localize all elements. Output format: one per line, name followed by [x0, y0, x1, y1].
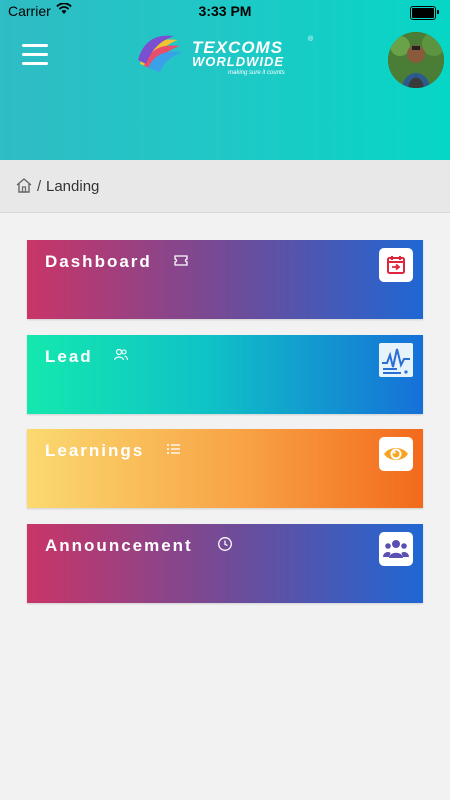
avatar-photo-icon — [388, 32, 444, 88]
breadcrumb: / Landing — [0, 160, 450, 213]
dashboard-card[interactable]: Dashboard — [27, 240, 423, 319]
learnings-card[interactable]: Learnings — [27, 429, 423, 508]
list-icon — [167, 444, 180, 454]
eye-icon — [384, 448, 408, 460]
chart-line-icon — [379, 343, 413, 377]
user-avatar[interactable] — [388, 32, 444, 88]
card-badge — [379, 532, 413, 566]
brand-tagline: making sure it counts — [228, 70, 285, 76]
users-icon — [113, 348, 129, 361]
card-title: Lead — [45, 347, 93, 366]
brand-logo: TEXCOMS ® WORLDWIDE making sure it count… — [136, 32, 316, 82]
home-icon[interactable] — [16, 177, 32, 193]
card-title: Dashboard — [45, 252, 152, 271]
battery-icon — [410, 6, 439, 20]
hamburger-menu-button[interactable] — [22, 44, 48, 66]
breadcrumb-separator: / — [37, 178, 42, 195]
lead-card[interactable]: Lead — [27, 335, 423, 414]
card-badge — [379, 437, 413, 471]
menu-line — [22, 44, 48, 47]
breadcrumb-current: Landing — [46, 178, 100, 195]
announcement-card[interactable]: Announcement — [27, 524, 423, 603]
menu-line — [22, 53, 48, 56]
brand-mark-icon — [138, 35, 182, 72]
app-header: TEXCOMS ® WORLDWIDE making sure it count… — [0, 0, 450, 160]
registered-mark: ® — [308, 36, 314, 43]
clock-icon — [218, 537, 232, 551]
brand-subname: WORLDWIDE — [192, 54, 285, 69]
card-title: Learnings — [45, 441, 145, 460]
calendar-arrow-icon — [387, 256, 405, 274]
card-title: Announcement — [45, 536, 193, 555]
group-icon — [383, 540, 409, 558]
status-bar: Carrier 3:33 PM — [0, 0, 450, 22]
card-badge — [379, 343, 413, 377]
menu-line — [22, 62, 48, 65]
ticket-icon — [174, 255, 188, 266]
clock-time: 3:33 PM — [198, 3, 252, 19]
card-badge — [379, 248, 413, 282]
